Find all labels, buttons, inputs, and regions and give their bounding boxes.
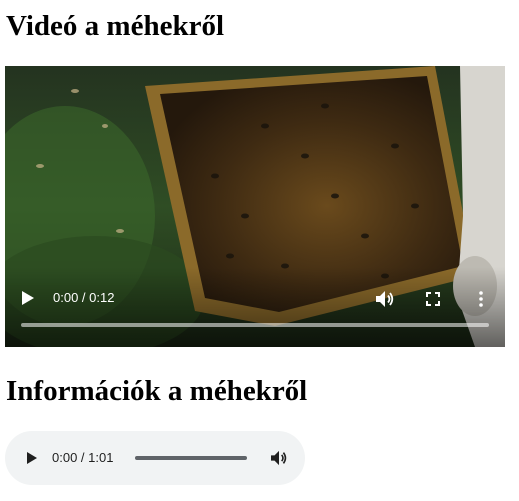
video-volume-button[interactable] — [373, 287, 397, 311]
video-player[interactable]: 0:00 / 0:12 — [5, 66, 505, 347]
play-icon — [27, 452, 37, 464]
play-icon — [22, 291, 34, 305]
audio-player[interactable]: 0:00 / 1:01 — [5, 431, 305, 485]
video-more-options-button[interactable] — [469, 287, 493, 311]
audio-volume-button[interactable] — [267, 446, 291, 470]
more-options-icon — [479, 291, 483, 307]
video-play-button[interactable] — [17, 287, 39, 309]
audio-section-heading: Információk a méhekről — [6, 375, 308, 407]
video-section-heading: Videó a méhekről — [6, 10, 225, 42]
video-fullscreen-button[interactable] — [421, 287, 445, 311]
video-time-display: 0:00 / 0:12 — [53, 290, 115, 305]
volume-icon — [271, 450, 287, 466]
fullscreen-icon — [426, 292, 440, 306]
audio-progress-bar[interactable] — [135, 456, 247, 460]
audio-play-button[interactable] — [21, 447, 43, 469]
audio-time-display: 0:00 / 1:01 — [52, 450, 114, 465]
volume-icon — [376, 291, 394, 307]
video-progress-bar[interactable] — [21, 323, 489, 327]
